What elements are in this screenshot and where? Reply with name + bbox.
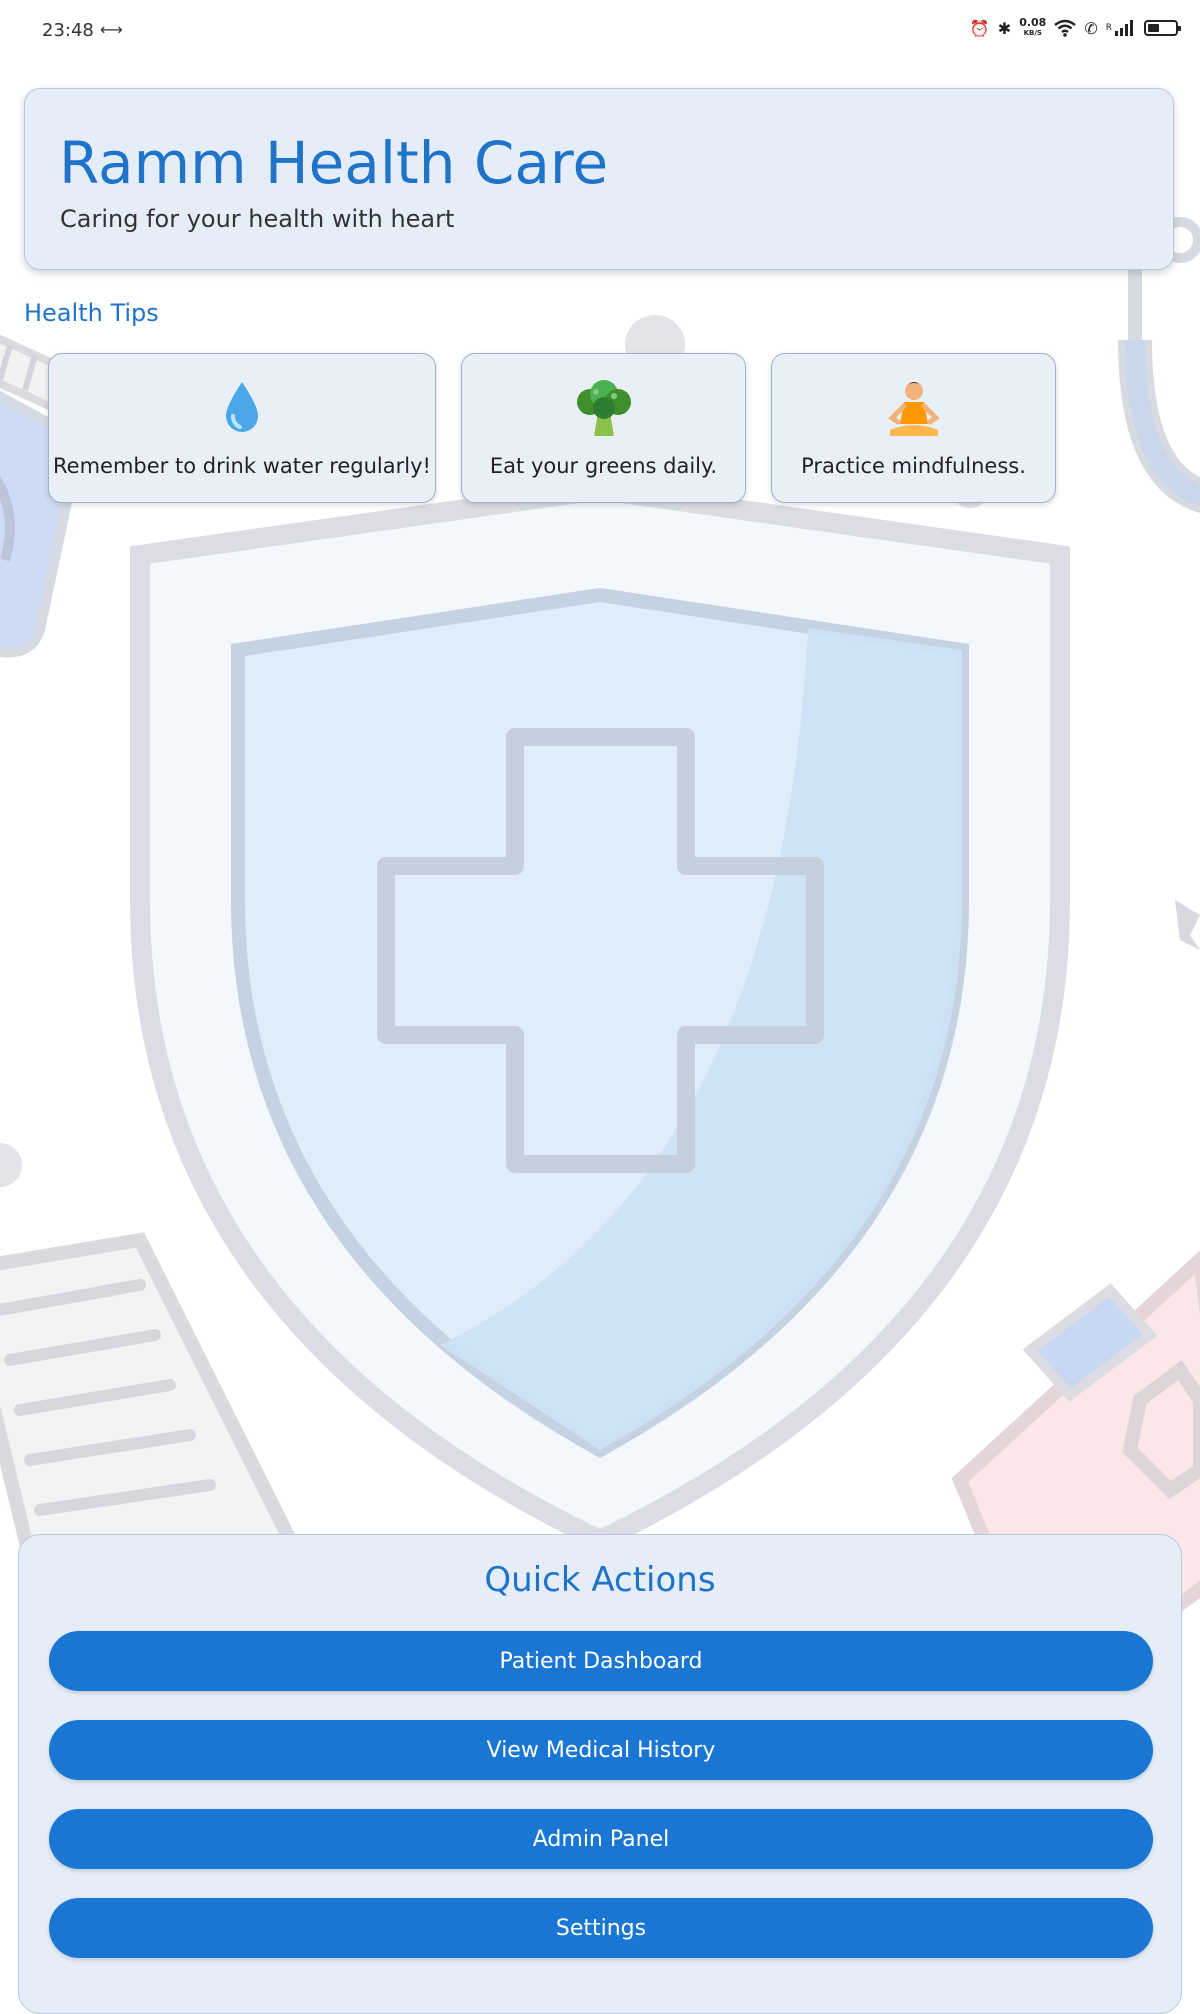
health-tip-text: Remember to drink water regularly! [53,454,431,478]
view-medical-history-button[interactable]: View Medical History [49,1720,1153,1780]
health-tips-title: Health Tips [24,299,159,327]
meditation-icon [772,380,1055,440]
decor-dot [0,1143,22,1187]
quick-actions-panel: Quick Actions Patient Dashboard View Med… [18,1534,1182,2014]
app-header-card: Ramm Health Care Caring for your health … [24,88,1174,270]
app-subtitle: Caring for your health with heart [60,205,455,233]
broccoli-icon [462,380,745,440]
shield-cross-icon [130,479,1070,1552]
sparkle-icon [1175,900,1200,950]
water-drop-icon [49,380,435,440]
health-tip-text: Practice mindfulness. [801,454,1026,478]
health-tip-card-water[interactable]: Remember to drink water regularly! [48,353,436,503]
patient-dashboard-button[interactable]: Patient Dashboard [49,1631,1153,1691]
health-tip-text: Eat your greens daily. [489,454,718,478]
health-tip-card-mindfulness[interactable]: Practice mindfulness. [771,353,1056,503]
quick-actions-title: Quick Actions [484,1560,716,1600]
settings-button[interactable]: Settings [49,1898,1153,1958]
app-title: Ramm Health Care [59,129,609,197]
health-tip-card-greens[interactable]: Eat your greens daily. [461,353,746,503]
admin-panel-button[interactable]: Admin Panel [49,1809,1153,1869]
